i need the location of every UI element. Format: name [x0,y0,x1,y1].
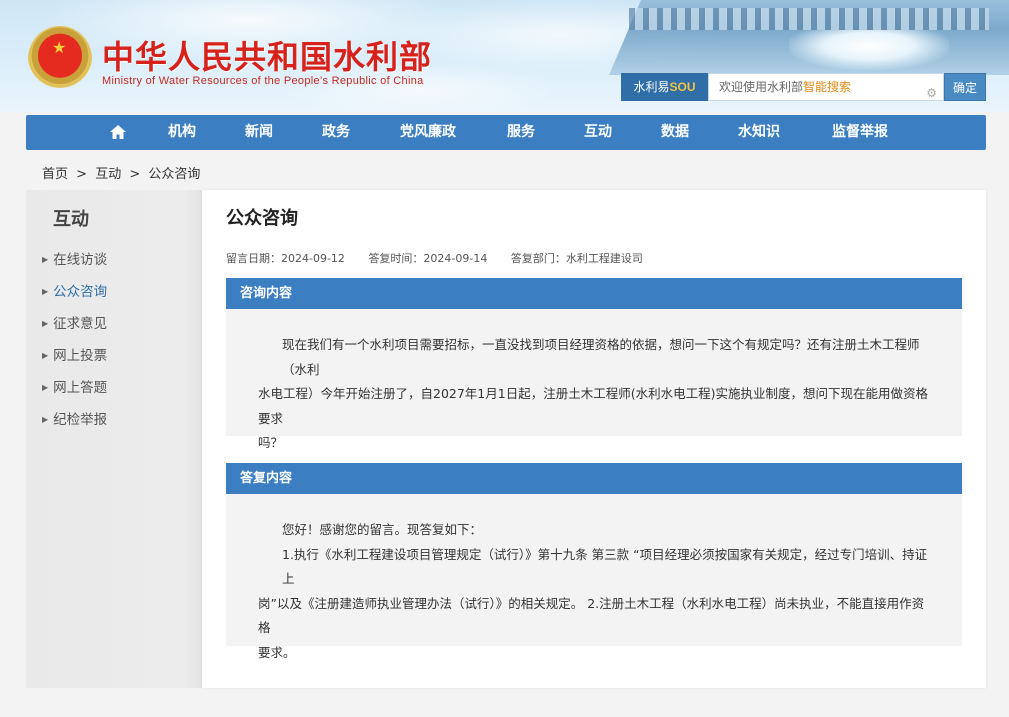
caret-right-icon: ▶ [42,415,49,424]
home-icon[interactable] [109,124,127,140]
dam-water-spray [789,30,949,70]
nav-item-shuju[interactable]: 数据 [661,115,689,150]
caret-right-icon: ▶ [42,351,49,360]
sidebar-item-label: 公众咨询 [53,284,108,300]
search-brand-prefix: 水利易 [633,80,670,94]
sidebar-item-online-vote[interactable]: ▶ 网上投票 [42,344,107,364]
sidebar-item-label: 网上答题 [53,380,108,396]
breadcrumb-home[interactable]: 首页 [42,167,68,182]
dam-structure [629,8,989,30]
breadcrumb-current: 公众咨询 [148,167,201,182]
consult-meta: 留言日期：2024-09-12 答复时间：2024-09-14 答复部门：水利工… [226,250,663,266]
reply-heading: 答复内容 [226,463,962,494]
reply-body: 您好！感谢您的留言。现答复如下： 1.执行《水利工程建设项目管理规定（试行）》第… [226,494,962,660]
breadcrumb-separator: > [129,167,141,182]
nav-item-jigou[interactable]: 机构 [168,115,196,150]
sidebar-item-label: 网上投票 [53,348,108,364]
consult-body: 现在我们有一个水利项目需要招标，一直没找到项目经理资格的依据，想问一下这个有规定… [226,309,962,450]
nav-item-xinwen[interactable]: 新闻 [245,115,273,150]
site-title[interactable]: 中华人民共和国水利部 [102,32,432,78]
sidebar-item-label: 纪检举报 [53,412,108,428]
sidebar-title: 互动 [53,209,89,230]
site-subtitle: Ministry of Water Resources of the Peopl… [102,75,424,87]
nav-item-fuwu[interactable]: 服务 [507,115,535,150]
nav-item-dangfeng[interactable]: 党风廉政 [400,115,456,150]
main-content: 公众咨询 留言日期：2024-09-12 答复时间：2024-09-14 答复部… [202,190,986,688]
consult-heading: 咨询内容 [226,278,962,309]
breadcrumb-hudong[interactable]: 互动 [95,167,121,182]
search-bar: 水利易SOU 欢迎使用水利部智能搜索 ⚙ 确定 [621,73,986,101]
main-nav: 机构 新闻 政务 党风廉政 服务 互动 数据 水知识 监督举报 [26,115,986,150]
sidebar-item-label: 征求意见 [53,316,108,332]
sidebar-item-online-quiz[interactable]: ▶ 网上答题 [42,376,107,396]
consult-text-line: 现在我们有一个水利项目需要招标，一直没找到项目经理资格的依据，想问一下这个有规定… [282,337,920,377]
national-emblem-icon[interactable]: ★ [28,26,92,92]
reply-text-line: 岗”以及《注册建造师执业管理办法（试行）》的相关规定。 2.注册土木工程（水利水… [258,595,925,636]
nav-item-shuizhishi[interactable]: 水知识 [738,115,780,150]
nav-item-jiandu[interactable]: 监督举报 [832,115,888,150]
sidebar-item-online-interview[interactable]: ▶ 在线访谈 [42,248,107,268]
caret-right-icon: ▶ [42,255,49,264]
sidebar-item-discipline-report[interactable]: ▶ 纪检举报 [42,408,107,428]
sidebar-item-label: 在线访谈 [53,252,108,268]
sidebar-item-public-consult[interactable]: ▶ 公众咨询 [42,280,107,300]
search-placeholder: 欢迎使用水利部 [719,80,804,94]
consult-text-line: 吗？ [258,435,284,450]
site-header: ★ 中华人民共和国水利部 Ministry of Water Resources… [0,0,1009,112]
gear-icon[interactable]: ⚙ [926,80,937,106]
nav-item-zhengwu[interactable]: 政务 [322,115,350,150]
caret-right-icon: ▶ [42,319,49,328]
sidebar-item-solicit-opinions[interactable]: ▶ 征求意见 [42,312,107,332]
leave-date: 留言日期：2024-09-12 [226,252,345,265]
page-title: 公众咨询 [226,208,298,229]
reply-text-line: 要求。 [258,644,296,660]
breadcrumb: 首页 > 互动 > 公众咨询 [42,163,204,182]
caret-right-icon: ▶ [42,287,49,296]
consult-text-line: 水电工程）今年开始注册了，自2027年1月1日起，注册土木工程师(水利水电工程)… [258,386,928,426]
reply-text-line: 您好！感谢您的留言。现答复如下： [282,522,483,537]
search-brand-logo: 水利易SOU [621,73,708,101]
emblem-star-icon: ★ [52,38,67,57]
sidebar: 互动 ▶ 在线访谈 ▶ 公众咨询 ▶ 征求意见 ▶ 网上投票 ▶ 网上答题 ▶ 纪检举报 [26,190,202,688]
nav-item-hudong[interactable]: 互动 [584,115,612,150]
reply-department: 答复部门：水利工程建设司 [510,252,643,265]
search-placeholder-highlight: 智能搜索 [803,80,852,94]
search-brand-suffix: SOU [669,80,696,94]
reply-time: 答复时间：2024-09-14 [368,252,488,265]
reply-text-line: 1.执行《水利工程建设项目管理规定（试行）》第十九条 第三款 “项目经理必须按国… [282,546,928,587]
search-button[interactable]: 确定 [944,73,986,101]
breadcrumb-separator: > [76,167,88,182]
search-input[interactable]: 欢迎使用水利部智能搜索 ⚙ [708,73,944,101]
caret-right-icon: ▶ [42,383,49,392]
